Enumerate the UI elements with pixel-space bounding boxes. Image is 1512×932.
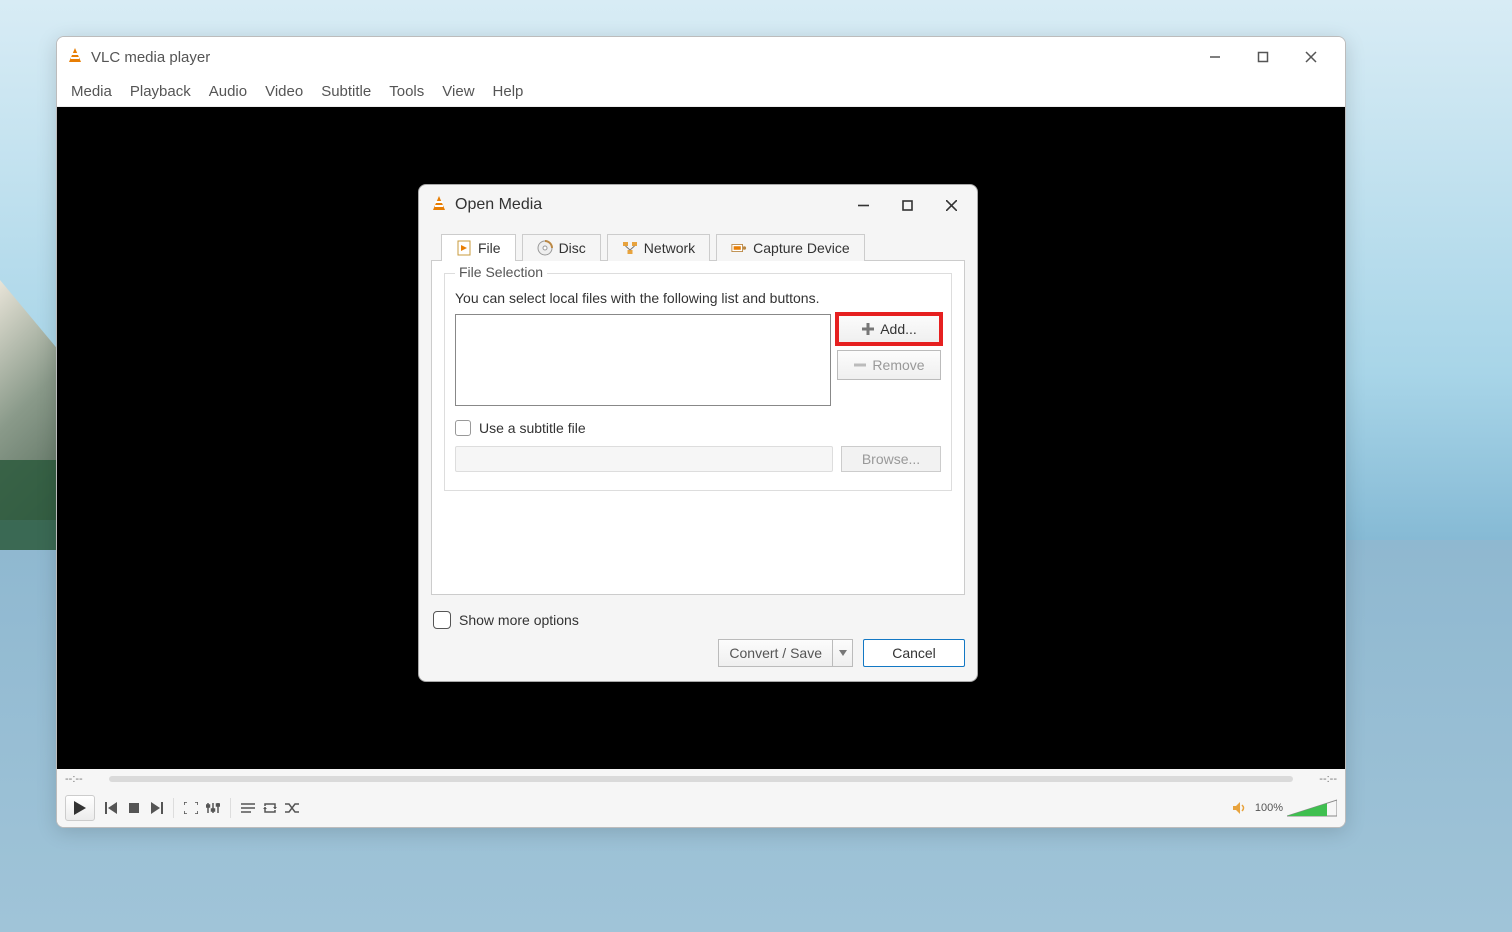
plus-icon (861, 322, 875, 336)
file-selection-group: File Selection You can select local file… (444, 273, 952, 491)
tab-capture-label: Capture Device (753, 240, 850, 256)
close-button[interactable] (1287, 37, 1335, 77)
seek-bar-row: --:-- --:-- (57, 769, 1345, 789)
cancel-button[interactable]: Cancel (863, 639, 965, 667)
stop-button[interactable] (125, 799, 143, 817)
tab-capture[interactable]: Capture Device (716, 234, 865, 261)
subtitle-browse-label: Browse... (862, 451, 920, 467)
dialog-tabs: File Disc Network Capture Device (431, 233, 965, 260)
menu-view[interactable]: View (434, 79, 482, 104)
mute-button[interactable] (1231, 799, 1249, 817)
subtitle-path-field (455, 446, 833, 472)
tab-file-label: File (478, 240, 501, 256)
dialog-close-button[interactable] (943, 197, 959, 213)
remove-file-label: Remove (872, 357, 924, 373)
previous-button[interactable] (103, 799, 121, 817)
menu-help[interactable]: Help (485, 79, 532, 104)
open-media-dialog: Open Media File Disc Network Capture Dev (418, 184, 978, 682)
menu-media[interactable]: Media (63, 79, 120, 104)
capture-icon (731, 240, 747, 256)
seek-slider[interactable] (109, 776, 1293, 782)
next-button[interactable] (147, 799, 165, 817)
menu-playback[interactable]: Playback (122, 79, 199, 104)
chevron-down-icon (839, 650, 847, 656)
menu-subtitle[interactable]: Subtitle (313, 79, 379, 104)
fullscreen-button[interactable] (182, 799, 200, 817)
remove-file-button[interactable]: Remove (837, 350, 941, 380)
dialog-footer: Convert / Save Cancel (419, 639, 977, 681)
dialog-titlebar[interactable]: Open Media (419, 185, 977, 225)
file-selection-title: File Selection (455, 264, 547, 280)
tab-content: File Selection You can select local file… (431, 260, 965, 595)
file-list[interactable] (455, 314, 831, 406)
show-more-options-label: Show more options (459, 612, 579, 628)
random-button[interactable] (283, 799, 301, 817)
convert-save-dropdown[interactable] (832, 640, 852, 666)
total-time: --:-- (1301, 773, 1337, 785)
disc-icon (537, 240, 553, 256)
cancel-label: Cancel (892, 645, 936, 661)
dialog-title: Open Media (455, 196, 542, 214)
network-icon (622, 240, 638, 256)
main-titlebar[interactable]: VLC media player (57, 37, 1345, 77)
playlist-button[interactable] (239, 799, 257, 817)
tab-file[interactable]: File (441, 234, 516, 261)
add-file-label: Add... (880, 321, 917, 337)
menu-video[interactable]: Video (257, 79, 311, 104)
menubar: Media Playback Audio Video Subtitle Tool… (57, 77, 1345, 107)
elapsed-time: --:-- (65, 773, 101, 785)
playback-controls: 100% (57, 789, 1345, 827)
menu-audio[interactable]: Audio (201, 79, 255, 104)
convert-save-label: Convert / Save (719, 645, 832, 661)
volume-slider[interactable] (1287, 798, 1337, 818)
tab-network-label: Network (644, 240, 695, 256)
tab-disc-label: Disc (559, 240, 586, 256)
minimize-button[interactable] (1191, 37, 1239, 77)
volume-percent: 100% (1255, 802, 1283, 814)
file-icon (456, 240, 472, 256)
main-window-title: VLC media player (91, 49, 210, 66)
subtitle-checkbox[interactable] (455, 420, 471, 436)
add-file-button[interactable]: Add... (837, 314, 941, 344)
convert-save-button[interactable]: Convert / Save (718, 639, 853, 667)
dialog-maximize-button[interactable] (899, 197, 915, 213)
menu-tools[interactable]: Tools (381, 79, 432, 104)
subtitle-browse-button: Browse... (841, 446, 941, 472)
show-more-options-checkbox[interactable] (433, 611, 451, 629)
minus-icon (853, 358, 867, 372)
play-button[interactable] (65, 795, 95, 821)
tab-network[interactable]: Network (607, 234, 710, 261)
file-selection-helper: You can select local files with the foll… (455, 290, 941, 306)
tab-disc[interactable]: Disc (522, 234, 601, 261)
vlc-cone-icon (431, 196, 447, 214)
maximize-button[interactable] (1239, 37, 1287, 77)
subtitle-checkbox-label: Use a subtitle file (479, 420, 586, 436)
loop-button[interactable] (261, 799, 279, 817)
extended-settings-button[interactable] (204, 799, 222, 817)
vlc-cone-icon (67, 48, 83, 66)
dialog-minimize-button[interactable] (855, 197, 871, 213)
